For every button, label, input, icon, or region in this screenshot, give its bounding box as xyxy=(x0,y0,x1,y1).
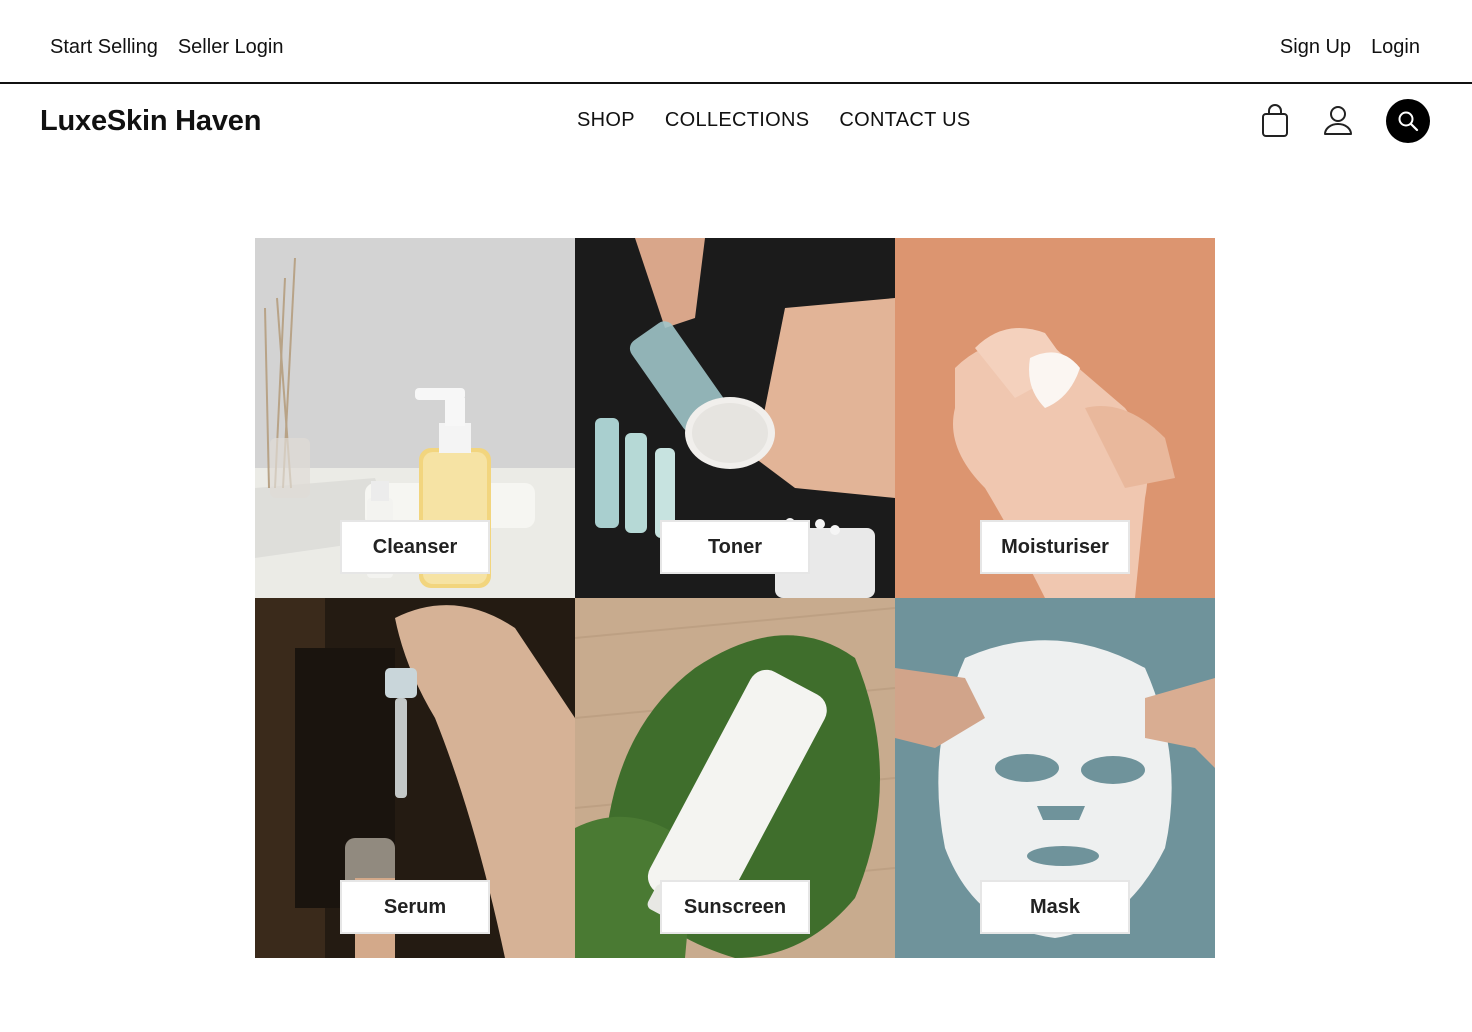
category-label[interactable]: Mask xyxy=(980,880,1130,934)
nav-collections[interactable]: COLLECTIONS xyxy=(665,109,809,132)
main-header: LuxeSkin Haven SHOP COLLECTIONS CONTACT … xyxy=(0,84,1472,160)
category-label[interactable]: Moisturiser xyxy=(980,520,1130,574)
site-logo[interactable]: LuxeSkin Haven xyxy=(40,105,261,138)
top-utility-bar: Start Selling Seller Login Sign Up Login xyxy=(0,0,1472,84)
category-label[interactable]: Toner xyxy=(660,520,810,574)
main-nav: SHOP COLLECTIONS CONTACT US xyxy=(577,109,971,132)
category-tile-toner[interactable]: Toner xyxy=(575,238,895,598)
sign-up-link[interactable]: Sign Up xyxy=(1280,34,1351,60)
seller-links: Start Selling Seller Login xyxy=(50,34,283,60)
category-label[interactable]: Serum xyxy=(340,880,490,934)
nav-shop[interactable]: SHOP xyxy=(577,109,635,132)
category-tile-sunscreen[interactable]: Sunscreen xyxy=(575,598,895,958)
category-grid: Cleanser Toner Moisturiser Serum Sunscre… xyxy=(255,238,1215,958)
user-icon[interactable] xyxy=(1318,100,1358,140)
login-link[interactable]: Login xyxy=(1371,34,1420,60)
nav-contact-us[interactable]: CONTACT US xyxy=(839,109,970,132)
shopping-bag-icon[interactable] xyxy=(1256,102,1294,140)
category-tile-moisturiser[interactable]: Moisturiser xyxy=(895,238,1215,598)
category-tile-cleanser[interactable]: Cleanser xyxy=(255,238,575,598)
start-selling-link[interactable]: Start Selling xyxy=(50,34,158,60)
seller-login-link[interactable]: Seller Login xyxy=(178,34,284,60)
category-label[interactable]: Cleanser xyxy=(340,520,490,574)
category-tile-serum[interactable]: Serum xyxy=(255,598,575,958)
search-icon[interactable] xyxy=(1386,99,1430,143)
account-links: Sign Up Login xyxy=(1280,34,1420,60)
category-label[interactable]: Sunscreen xyxy=(660,880,810,934)
category-tile-mask[interactable]: Mask xyxy=(895,598,1215,958)
